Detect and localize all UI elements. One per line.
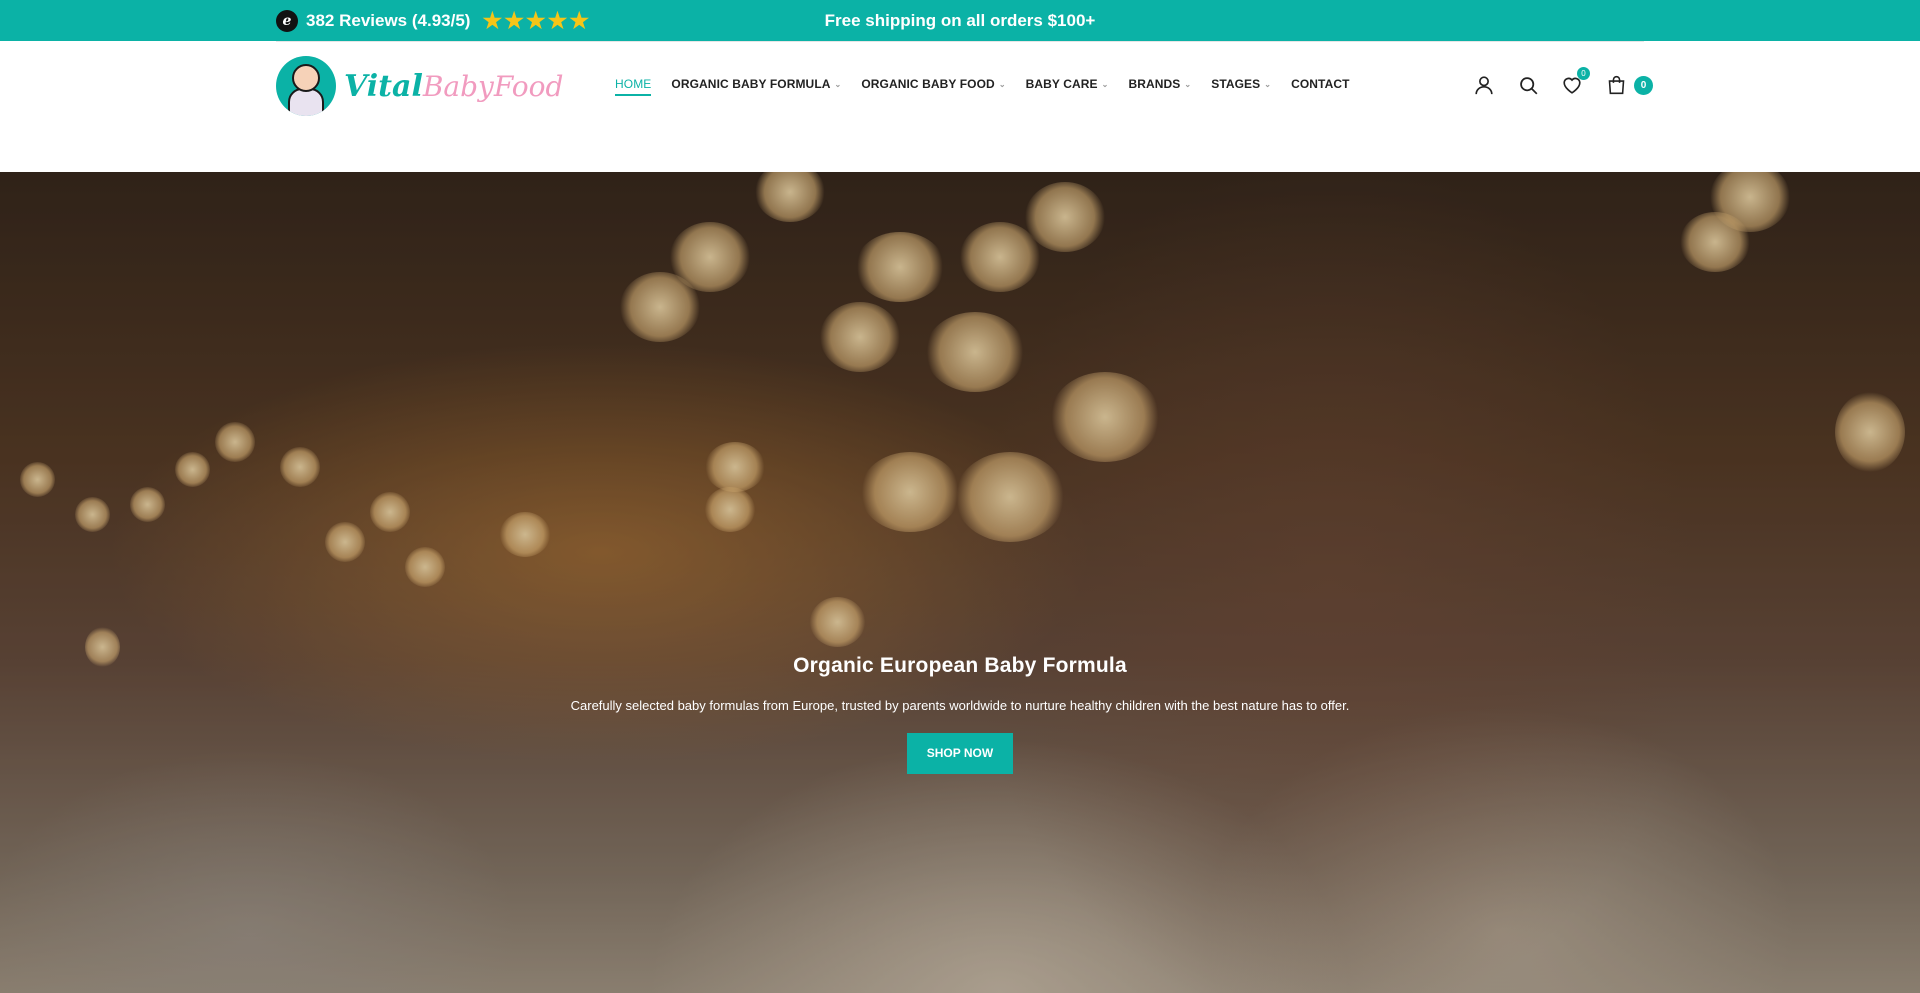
cart-count-badge: 0 <box>1634 75 1653 95</box>
search-icon[interactable] <box>1516 73 1540 97</box>
nav-item-label: ORGANIC BABY FOOD <box>861 77 995 91</box>
star-icon: ★ <box>525 7 546 33</box>
shopping-bag-icon <box>1604 73 1628 97</box>
hero-banner: Organic European Baby Formula Carefully … <box>0 172 1920 993</box>
nav-item-contact[interactable]: CONTACT <box>1291 71 1349 97</box>
star-icon: ★ <box>482 7 503 33</box>
site-header: Vital BabyFood HOME ORGANIC BABY FORMULA… <box>0 41 1920 172</box>
rating-stars: ★ ★ ★ ★ ★ <box>482 7 590 33</box>
nav-item-label: STAGES <box>1211 77 1261 91</box>
nav-item-label: BRANDS <box>1128 77 1181 91</box>
nav-item-label: BABY CARE <box>1025 77 1098 91</box>
logo-word-vital: Vital <box>344 68 423 104</box>
nav-item-organic-baby-food[interactable]: ORGANIC BABY FOOD ⌄ <box>861 71 1005 97</box>
wishlist-count-badge: 0 <box>1577 67 1590 80</box>
hero-image-overlay <box>0 172 1920 993</box>
star-icon: ★ <box>569 7 590 33</box>
main-navigation: HOME ORGANIC BABY FORMULA ⌄ ORGANIC BABY… <box>615 71 1350 97</box>
header-divider <box>276 41 1644 42</box>
site-logo[interactable]: Vital BabyFood <box>276 53 563 119</box>
nav-item-stages[interactable]: STAGES ⌄ <box>1211 71 1271 97</box>
nav-item-label: CONTACT <box>1291 77 1350 91</box>
chevron-down-icon: ⌄ <box>1264 80 1272 89</box>
chevron-down-icon: ⌄ <box>1184 80 1192 89</box>
nav-item-label: ORGANIC BABY FORMULA <box>671 77 831 91</box>
nav-item-baby-care[interactable]: BABY CARE ⌄ <box>1026 71 1109 97</box>
nav-item-home[interactable]: HOME <box>615 71 652 97</box>
star-icon: ★ <box>504 7 524 33</box>
shop-now-button[interactable]: SHOP NOW <box>907 733 1013 774</box>
chevron-down-icon: ⌄ <box>834 80 842 89</box>
star-icon: ★ <box>547 7 568 33</box>
hero-title: Organic European Baby Formula <box>793 654 1127 677</box>
logo-word-babyfood: BabyFood <box>422 69 564 103</box>
chevron-down-icon: ⌄ <box>998 80 1006 89</box>
hero-subtitle: Carefully selected baby formulas from Eu… <box>570 698 1350 713</box>
reviews-text: 382 Reviews (4.93/5) <box>306 10 471 30</box>
hero-content: Organic European Baby Formula Carefully … <box>0 654 1920 774</box>
announcement-bar: e 382 Reviews (4.93/5) ★ ★ ★ ★ ★ Free sh… <box>0 0 1920 41</box>
logo-wordmark: Vital BabyFood <box>344 69 563 104</box>
nav-item-organic-baby-formula[interactable]: ORGANIC BABY FORMULA ⌄ <box>671 71 841 97</box>
reviews-logo-icon: e <box>276 9 298 32</box>
header-actions: 0 0 <box>1472 67 1653 98</box>
baby-logo-icon <box>276 56 336 116</box>
heart-icon[interactable]: 0 <box>1560 67 1590 97</box>
reviews-summary[interactable]: e 382 Reviews (4.93/5) ★ ★ ★ ★ ★ <box>276 0 589 41</box>
user-icon[interactable] <box>1472 73 1496 97</box>
cart-button[interactable]: 0 <box>1604 73 1653 97</box>
nav-item-brands[interactable]: BRANDS ⌄ <box>1128 71 1191 97</box>
free-shipping-notice: Free shipping on all orders $100+ <box>824 10 1096 30</box>
nav-item-label: HOME <box>615 77 652 91</box>
chevron-down-icon: ⌄ <box>1101 80 1109 89</box>
